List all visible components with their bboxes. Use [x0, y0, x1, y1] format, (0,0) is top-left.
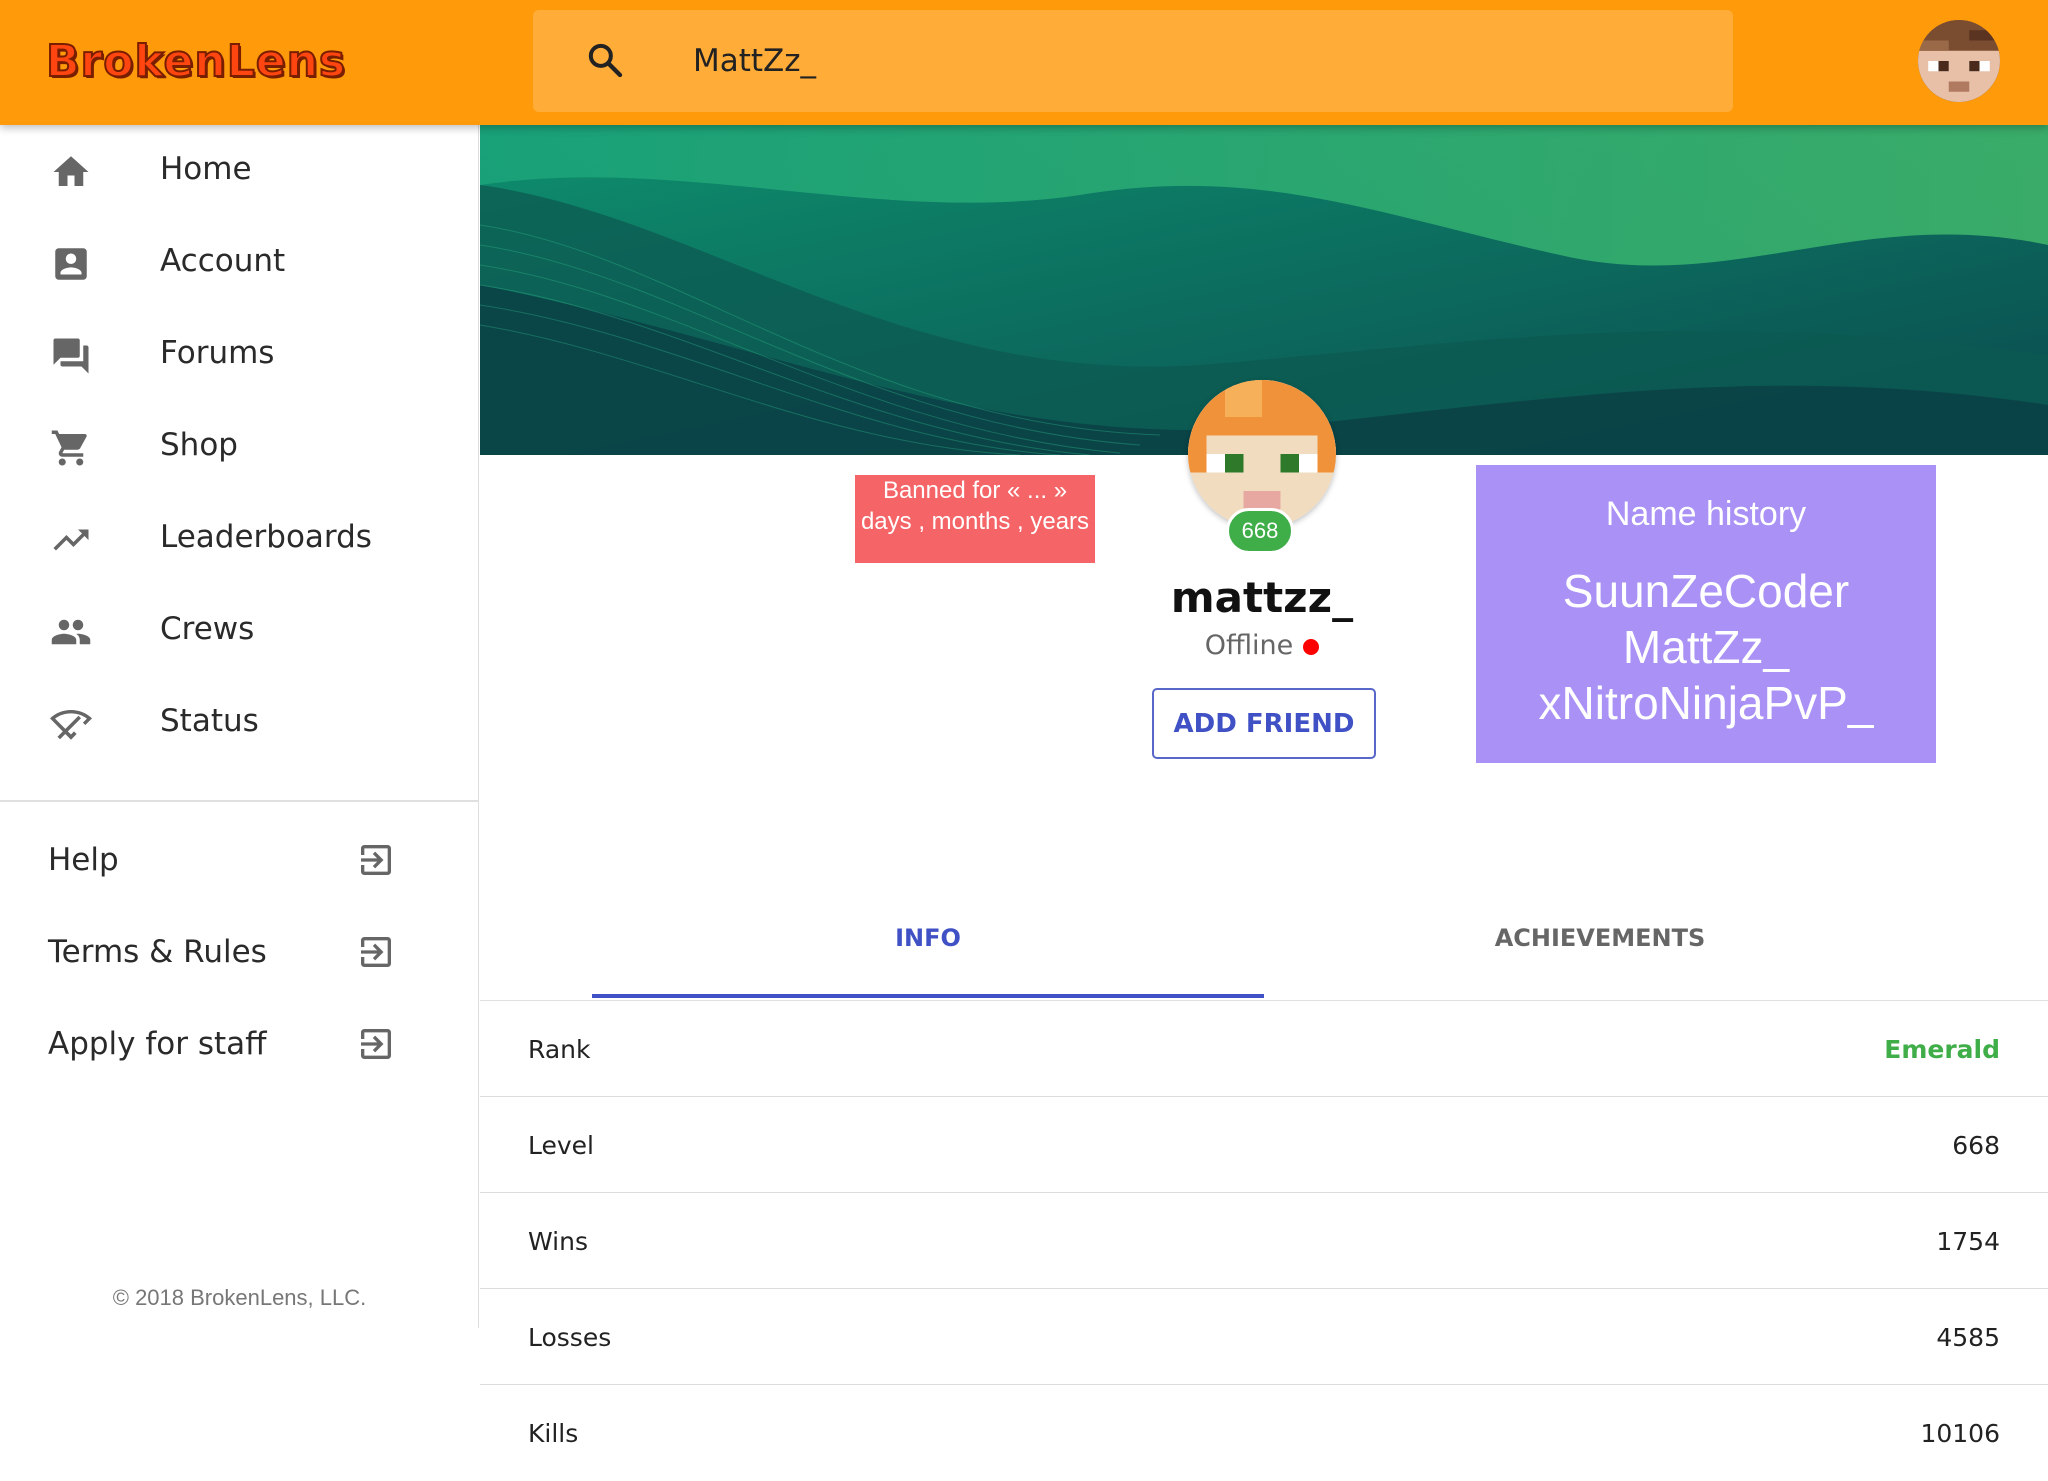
external-link-icon [361, 845, 391, 875]
stat-value: 1754 [1936, 1227, 2000, 1256]
brand-logo[interactable]: BrokenLens [45, 35, 346, 88]
table-row: Wins 1754 [480, 1193, 2048, 1289]
stat-name: Losses [528, 1323, 612, 1352]
trending-up-icon [53, 529, 89, 551]
add-friend-button[interactable]: ADD FRIEND [1152, 688, 1376, 759]
table-row: Kills 10106 [480, 1385, 2048, 1481]
tab-achievements[interactable]: ACHIEVEMENTS [1264, 895, 1936, 1001]
table-row: Losses 4585 [480, 1289, 2048, 1385]
external-link-icon [361, 937, 391, 967]
search-input[interactable] [693, 10, 1693, 112]
people-icon [51, 619, 91, 645]
sidebar-divider [0, 800, 479, 802]
name-history-item: SuunZeCoder [1562, 565, 1850, 617]
table-row: Rank Emerald [480, 1001, 2048, 1097]
profile-tabs: INFO ACHIEVEMENTS [480, 895, 2048, 1001]
search-bar[interactable] [533, 10, 1733, 112]
account-box-icon [55, 248, 87, 280]
stat-value: 668 [1952, 1131, 2000, 1160]
sidebar-item-label: Crews [160, 611, 255, 647]
sidebar-item-leaderboards[interactable]: Leaderboards [0, 493, 479, 585]
home-icon [53, 156, 89, 186]
ban-notice: Banned for « ... » days , months , years [855, 475, 1095, 563]
forum-icon [53, 338, 89, 374]
sidebar-item-account[interactable]: Account [0, 217, 479, 309]
stat-value: 4585 [1936, 1323, 2000, 1352]
sidebar-item-label: Status [160, 703, 259, 739]
sidebar-item-label: Home [160, 151, 252, 187]
wifi-off-icon [50, 710, 92, 740]
stat-value: 10106 [1920, 1419, 2000, 1448]
sidebar-link-label: Help [48, 842, 119, 878]
table-row: Level 668 [480, 1097, 2048, 1193]
sidebar-item-status[interactable]: Status [0, 677, 479, 769]
stat-name: Level [528, 1131, 594, 1160]
sidebar-link-label: Apply for staff [48, 1026, 267, 1062]
user-avatar-icon [1918, 20, 2000, 102]
profile-username: mattzz_ [1170, 573, 1354, 622]
status-text: Offline [1204, 630, 1294, 661]
sidebar-item-label: Forums [160, 335, 275, 371]
tab-info[interactable]: INFO [592, 895, 1264, 1001]
sidebar-item-label: Shop [160, 427, 238, 463]
copyright-text: © 2018 BrokenLens, LLC. [112, 1285, 367, 1310]
name-history-item: xNitroNinjaPvP_ [1538, 677, 1874, 729]
stat-name: Rank [528, 1035, 591, 1064]
sidebar-link-apply-staff[interactable]: Apply for staff [0, 1002, 479, 1094]
name-history-panel: Name history SuunZeCoder MattZz_ xNitroN… [1476, 465, 1936, 763]
sidebar-link-help[interactable]: Help [0, 818, 479, 910]
stat-name: Wins [528, 1227, 588, 1256]
external-link-icon [361, 1029, 391, 1059]
level-badge: 668 [1226, 508, 1294, 554]
stat-value: Emerald [1884, 1035, 2000, 1064]
name-history-list: SuunZeCoder MattZz_ xNitroNinjaPvP_ [1476, 563, 1936, 731]
name-history-item: MattZz_ [1622, 621, 1790, 673]
sidebar-item-home[interactable]: Home [0, 125, 479, 217]
sidebar-link-label: Terms & Rules [48, 934, 267, 970]
search-icon[interactable] [585, 40, 625, 80]
cart-icon [51, 430, 87, 466]
name-history-title: Name history [1605, 495, 1807, 533]
sidebar-item-shop[interactable]: Shop [0, 401, 479, 493]
sidebar-item-forums[interactable]: Forums [0, 309, 479, 401]
sidebar-item-label: Account [160, 243, 286, 279]
sidebar-item-crews[interactable]: Crews [0, 585, 479, 677]
player-skin-icon [1188, 380, 1336, 528]
user-avatar[interactable] [1918, 20, 2000, 102]
profile-avatar [1188, 380, 1336, 528]
stat-name: Kills [528, 1419, 579, 1448]
status-dot-icon [1303, 638, 1320, 655]
sidebar-link-terms[interactable]: Terms & Rules [0, 910, 479, 1002]
sidebar: Home Account Forums Shop Leaderboards Cr… [0, 125, 479, 1328]
profile-main: Banned for « ... » days , months , years… [480, 125, 2048, 1448]
sidebar-item-label: Leaderboards [160, 519, 372, 555]
online-status: Offline [1080, 630, 1444, 661]
top-app-bar: BrokenLens [0, 0, 2048, 125]
active-tab-indicator [592, 994, 1264, 998]
